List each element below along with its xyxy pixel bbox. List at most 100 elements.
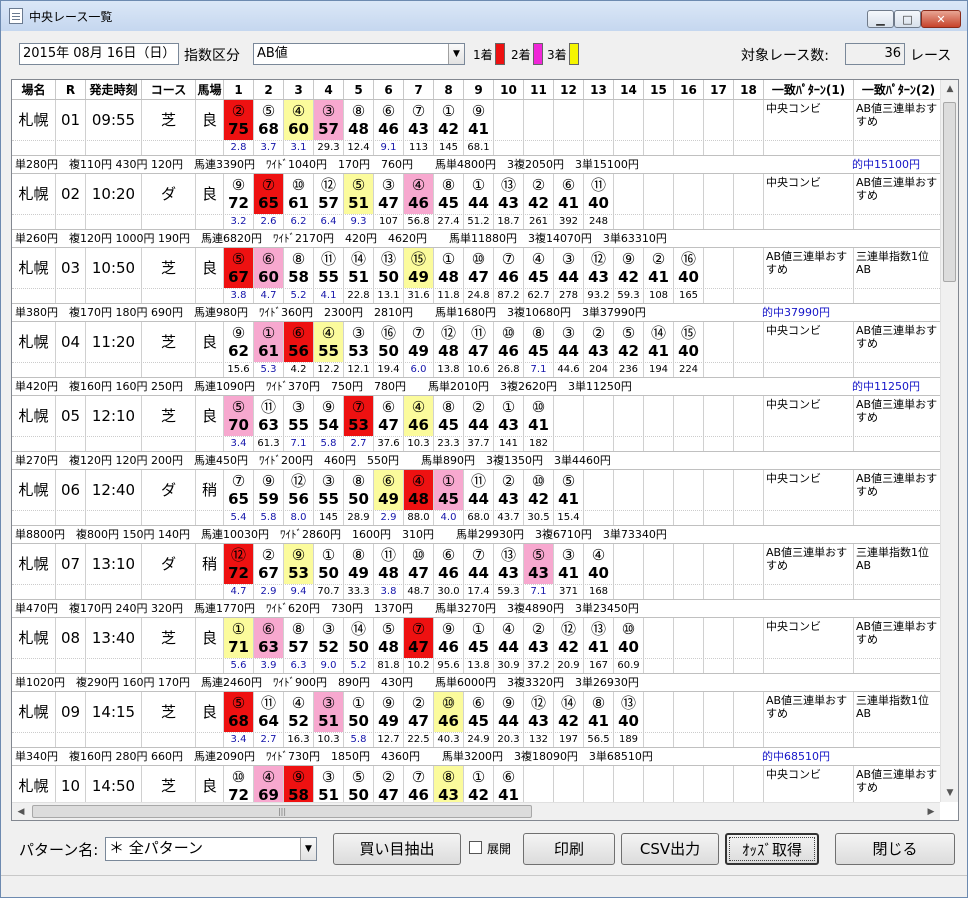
horse-cell[interactable] xyxy=(644,766,674,802)
expand-checkbox[interactable] xyxy=(469,841,482,854)
horse-cell[interactable]: ⑭ 51 xyxy=(344,248,374,288)
horse-cell[interactable]: ② 47 xyxy=(404,692,434,732)
horse-cell[interactable] xyxy=(614,544,644,584)
column-header[interactable]: 7 xyxy=(404,80,434,99)
horse-cell[interactable]: ⑨ 41 xyxy=(464,100,494,140)
horse-cell[interactable]: ⑨ 46 xyxy=(434,618,464,658)
horse-cell[interactable] xyxy=(734,544,764,584)
csv-export-button[interactable]: CSV出力 xyxy=(621,833,719,865)
horse-cell[interactable]: ⑥ 56 xyxy=(284,322,314,362)
horse-cell[interactable] xyxy=(644,470,674,510)
horse-cell[interactable]: ⑫ 48 xyxy=(434,322,464,362)
horse-cell[interactable]: ② 75 xyxy=(224,100,254,140)
horse-cell[interactable]: ⑧ 48 xyxy=(344,100,374,140)
horse-cell[interactable]: ⑦ 47 xyxy=(404,618,434,658)
horse-cell[interactable]: ② 44 xyxy=(464,396,494,436)
vertical-scroll-thumb[interactable] xyxy=(943,102,956,282)
chevron-down-icon[interactable]: ▼ xyxy=(300,838,316,860)
horse-cell[interactable] xyxy=(704,692,734,732)
race-row[interactable]: 札幌0310:50芝1200良⑤67⑥60⑧58⑪55⑭51⑬50⑮49①48⑩… xyxy=(12,248,940,322)
horse-cell[interactable]: ② 43 xyxy=(524,618,554,658)
horse-cell[interactable]: ⑧ 45 xyxy=(524,322,554,362)
race-row[interactable]: 札幌0713:10ダ1700稍⑫72②67⑨53①50⑧49⑪48⑩47⑥46⑦… xyxy=(12,544,940,618)
horse-cell[interactable] xyxy=(554,396,584,436)
horse-cell[interactable]: ⑨ 72 xyxy=(224,174,254,214)
horse-cell[interactable]: ③ 57 xyxy=(314,100,344,140)
horse-cell[interactable]: ⑫ 72 xyxy=(224,544,254,584)
horse-cell[interactable]: ④ 40 xyxy=(584,544,614,584)
horse-cell[interactable]: ⑪ 40 xyxy=(584,174,614,214)
race-row[interactable]: 札幌0109:55芝1200良②75⑤68④60③57⑧48⑥46⑦43①42⑨… xyxy=(12,100,940,174)
race-row[interactable]: 札幌1014:50芝2000良⑩72④69⑨58③51⑤50②47⑦46⑧43①… xyxy=(12,766,940,802)
horse-cell[interactable]: ① 44 xyxy=(464,174,494,214)
horse-cell[interactable]: ⑮ 49 xyxy=(404,248,434,288)
horse-cell[interactable]: ⑩ 61 xyxy=(284,174,314,214)
column-header[interactable]: 18 xyxy=(734,80,764,99)
horse-cell[interactable]: ⑤ 43 xyxy=(524,544,554,584)
column-header[interactable]: 8 xyxy=(434,80,464,99)
minimize-button[interactable]: ▁ xyxy=(867,10,894,28)
horse-cell[interactable]: ⑧ 41 xyxy=(584,692,614,732)
horse-cell[interactable] xyxy=(494,100,524,140)
horse-cell[interactable] xyxy=(644,544,674,584)
column-header[interactable]: 5 xyxy=(344,80,374,99)
race-row[interactable]: 札幌0210:20ダ1700良⑨72⑦65⑩61⑫57⑤51③47④46⑧45①… xyxy=(12,174,940,248)
horse-cell[interactable] xyxy=(674,618,704,658)
horse-cell[interactable]: ⑧ 43 xyxy=(434,766,464,802)
horse-cell[interactable] xyxy=(704,544,734,584)
horse-cell[interactable]: ③ 52 xyxy=(314,618,344,658)
horse-cell[interactable]: ⑨ 62 xyxy=(224,322,254,362)
horse-cell[interactable]: ⑤ 70 xyxy=(224,396,254,436)
horse-cell[interactable]: ⑪ 63 xyxy=(254,396,284,436)
horse-cell[interactable] xyxy=(644,100,674,140)
horse-cell[interactable] xyxy=(644,396,674,436)
horse-cell[interactable]: ⑥ 46 xyxy=(374,100,404,140)
column-header[interactable]: 1 xyxy=(224,80,254,99)
horse-cell[interactable]: ④ 48 xyxy=(404,470,434,510)
column-header[interactable]: 一致ﾊﾟﾀｰﾝ(1) xyxy=(764,80,854,99)
horse-cell[interactable]: ⑧ 49 xyxy=(344,544,374,584)
horse-cell[interactable] xyxy=(674,100,704,140)
horse-cell[interactable]: ⑤ 41 xyxy=(554,470,584,510)
horse-cell[interactable] xyxy=(584,766,614,802)
horse-cell[interactable]: ① 50 xyxy=(314,544,344,584)
horse-cell[interactable]: ④ 44 xyxy=(494,618,524,658)
horse-cell[interactable]: ⑫ 56 xyxy=(284,470,314,510)
horizontal-scrollbar[interactable]: ◀ ||| ▶ xyxy=(12,802,940,820)
horse-cell[interactable]: ⑫ 43 xyxy=(584,248,614,288)
horse-cell[interactable]: ⑫ 42 xyxy=(554,618,584,658)
horse-cell[interactable] xyxy=(734,766,764,802)
horse-cell[interactable] xyxy=(644,618,674,658)
horse-cell[interactable]: ⑪ 64 xyxy=(254,692,284,732)
horse-cell[interactable] xyxy=(734,692,764,732)
vertical-scrollbar[interactable]: ▲ ▼ xyxy=(940,80,958,802)
horse-cell[interactable]: ⑨ 59 xyxy=(254,470,284,510)
column-header[interactable]: 3 xyxy=(284,80,314,99)
horse-cell[interactable] xyxy=(674,692,704,732)
column-header[interactable]: 11 xyxy=(524,80,554,99)
column-header[interactable]: 12 xyxy=(554,80,584,99)
horse-cell[interactable]: ⑯ 50 xyxy=(374,322,404,362)
horse-cell[interactable]: ⑩ 41 xyxy=(524,396,554,436)
horse-cell[interactable]: ④ 46 xyxy=(404,396,434,436)
column-header[interactable]: 6 xyxy=(374,80,404,99)
horse-cell[interactable]: ① 42 xyxy=(464,766,494,802)
horse-cell[interactable] xyxy=(704,322,734,362)
horse-cell[interactable]: ⑥ 41 xyxy=(554,174,584,214)
horse-cell[interactable]: ① 61 xyxy=(254,322,284,362)
column-header[interactable]: 14 xyxy=(614,80,644,99)
horse-cell[interactable] xyxy=(734,100,764,140)
horse-cell[interactable]: ⑩ 47 xyxy=(404,544,434,584)
horse-cell[interactable] xyxy=(704,618,734,658)
horse-cell[interactable] xyxy=(704,396,734,436)
horse-cell[interactable]: ⑬ 43 xyxy=(494,174,524,214)
horse-cell[interactable]: ⑧ 50 xyxy=(344,470,374,510)
horse-cell[interactable] xyxy=(734,322,764,362)
horse-cell[interactable]: ② 43 xyxy=(494,470,524,510)
horse-cell[interactable]: ⑩ 47 xyxy=(464,248,494,288)
horse-cell[interactable]: ⑭ 41 xyxy=(644,322,674,362)
horse-cell[interactable]: ④ 69 xyxy=(254,766,284,802)
date-field[interactable]: 2015年 08月 16日（日） xyxy=(19,43,179,65)
horse-cell[interactable]: ⑨ 42 xyxy=(614,248,644,288)
horse-cell[interactable]: ③ 55 xyxy=(284,396,314,436)
